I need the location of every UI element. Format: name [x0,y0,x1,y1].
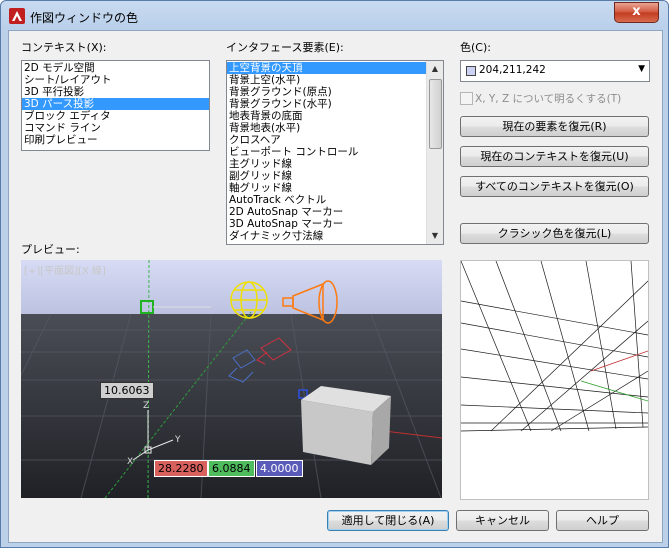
scroll-up-icon[interactable]: ▲ [427,61,443,77]
preview-viewport: Z Y X [+][平面図][X 線] 10.6063 28.2280 6.08… [21,260,442,498]
interface-list-item[interactable]: 軸グリッド線 [227,182,426,194]
color-dropdown[interactable]: 204,211,242 ▼ [460,60,650,82]
autocad-logo-icon [9,8,25,24]
context-list-item[interactable]: コマンド ライン [22,122,209,134]
close-button[interactable]: x [614,2,659,23]
ucs-x-label: X [127,457,133,467]
interface-list-item[interactable]: ビューポート コントロール [227,146,426,158]
preview-label: プレビュー: [21,243,80,256]
help-button[interactable]: ヘルプ [556,510,649,531]
dimension-value: 10.6063 [100,382,154,399]
interface-elements-list[interactable]: 上空背景の天頂 背景上空(水平) 背景グラウンド(原点) 背景グラウンド(水平) 地表背… [226,60,444,245]
restore-context-button[interactable]: 現在のコンテキストを復元(U) [460,146,649,167]
cancel-button[interactable]: キャンセル [456,510,549,531]
interface-list-item[interactable]: 地表背景の底面 [227,110,426,122]
interface-list-item[interactable]: クロスヘア [227,134,426,146]
interface-list-item[interactable]: 背景上空(水平) [227,74,426,86]
window-title: 作図ウィンドウの色 [30,11,139,25]
restore-classic-colors-button[interactable]: クラシック色を復元(L) [460,223,649,244]
tint-xyz-checkbox[interactable] [460,92,473,105]
dialog-client: コンテキスト(X): 2D モデル空間 シート/レイアウト 3D 平行投影 3D パー… [8,30,663,543]
title-bar[interactable]: 作図ウィンドウの色 x [1,1,668,30]
context-list-item[interactable]: 3D 平行投影 [22,86,209,98]
mini-preview [460,260,649,500]
interface-list-item[interactable]: 背景地表(水平) [227,122,426,134]
close-icon: x [632,4,641,19]
color-label: 色(C): [460,41,491,54]
interface-list-item[interactable]: 上空背景の天頂 [227,62,426,74]
color-swatch [466,66,476,76]
chevron-down-icon: ▼ [638,64,645,74]
context-list[interactable]: 2D モデル空間 シート/レイアウト 3D 平行投影 3D パース投影 ブロック エディ… [21,60,210,151]
context-list-item[interactable]: 3D パース投影 [22,98,209,110]
interface-list-item[interactable]: 2D AutoSnap マーカー [227,206,426,218]
interface-list-item[interactable]: 背景グラウンド(水平) [227,98,426,110]
context-list-item[interactable]: 2D モデル空間 [22,62,209,74]
scroll-thumb[interactable] [429,79,442,149]
tint-xyz-label: X, Y, Z について明るくする(T) [475,93,622,105]
interface-list-item[interactable]: AutoTrack ベクトル [227,194,426,206]
mini-grid [461,261,648,499]
coord-y-input[interactable]: 6.0884 [208,460,255,477]
interface-elements-label: インタフェース要素(E): [226,41,344,54]
apply-close-button[interactable]: 適用して閉じる(A) [327,510,449,531]
ucs-y-label: Y [174,435,181,445]
scroll-down-icon[interactable]: ▼ [427,228,443,244]
interface-list-item[interactable]: 副グリッド線 [227,170,426,182]
interface-list-scrollbar[interactable]: ▲ ▼ [426,61,443,244]
preview-cube [301,386,391,465]
interface-list-item[interactable]: ダイナミック寸法線 [227,230,426,242]
context-list-item[interactable]: 印刷プレビュー [22,134,209,146]
interface-list-item[interactable]: 3D AutoSnap マーカー [227,218,426,230]
coord-x-input[interactable]: 28.2280 [154,460,208,477]
interface-list-item[interactable]: 背景グラウンド(原点) [227,86,426,98]
coord-z-input[interactable]: 4.0000 [256,460,303,477]
context-label: コンテキスト(X): [21,41,107,54]
color-value: 204,211,242 [479,64,546,76]
context-list-item[interactable]: シート/レイアウト [22,74,209,86]
context-list-item[interactable]: ブロック エディタ [22,110,209,122]
restore-element-button[interactable]: 現在の要素を復元(R) [460,116,649,137]
restore-all-contexts-button[interactable]: すべてのコンテキストを復元(O) [460,176,649,197]
interface-list-item[interactable]: 主グリッド線 [227,158,426,170]
viewport-controls-label[interactable]: [+][平面図][X 線] [24,262,106,277]
ucs-z-label: Z [143,401,149,411]
dialog-window: 作図ウィンドウの色 x コンテキスト(X): 2D モデル空間 シート/レイアウト… [0,0,669,548]
